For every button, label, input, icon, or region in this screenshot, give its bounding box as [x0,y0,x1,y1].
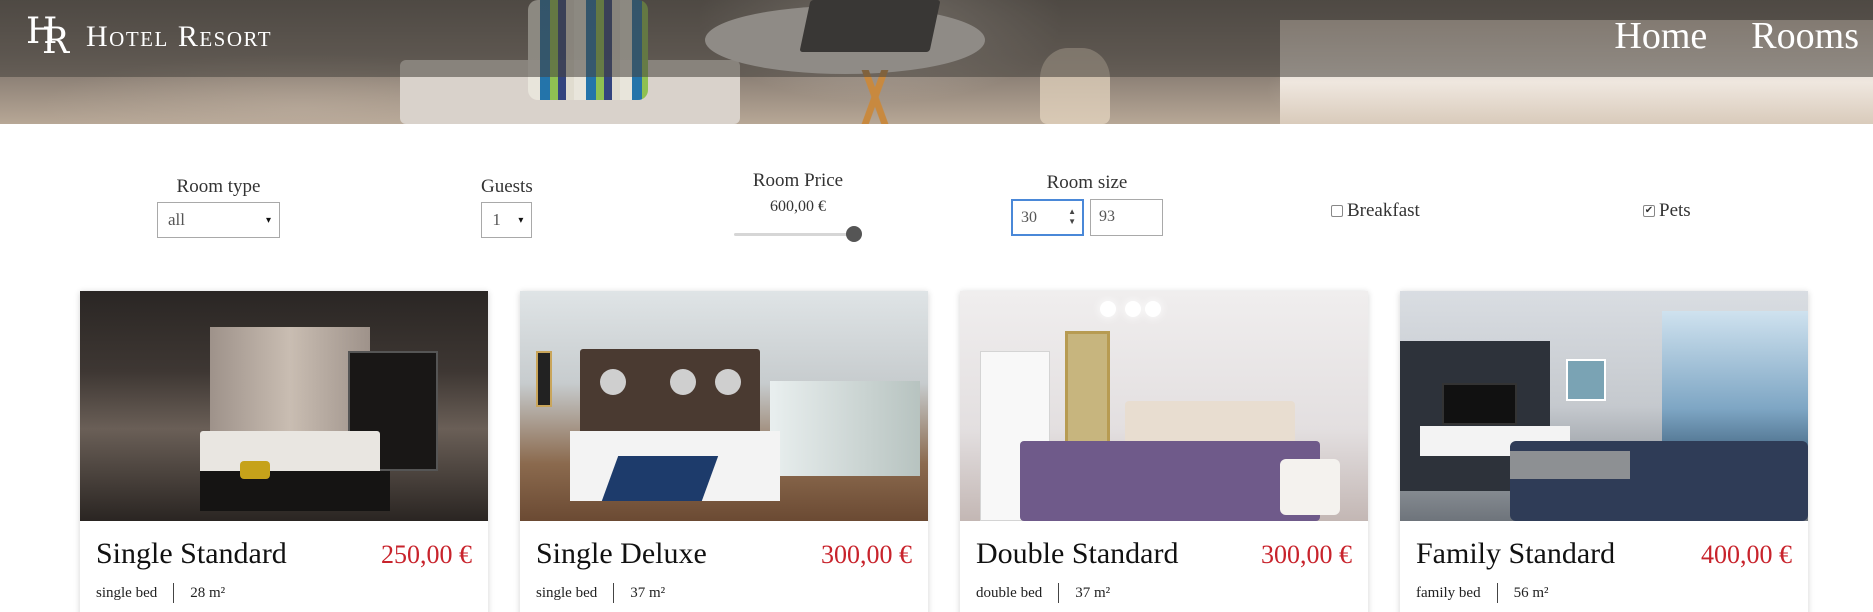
room-filters: Room type all ▾ Guests 1 ▾ Room Price 60… [0,124,1873,284]
spinner-icon[interactable]: ▲ ▼ [1068,207,1076,227]
room-image[interactable] [520,291,928,521]
room-bed-type: family bed [1416,584,1481,601]
logo-link[interactable]: H R Hotel Resort [26,14,272,60]
divider [1496,583,1498,603]
chevron-down-icon: ▾ [265,214,271,226]
breakfast-filter: Breakfast [1331,200,1420,222]
room-list: Single Standard 250,00 € single bed 28 m… [0,291,1873,612]
logo-mark-icon: H R [26,14,78,60]
brand-name: Hotel Resort [86,20,273,53]
slider-track [734,233,862,236]
room-card[interactable]: Family Standard 400,00 € family bed 56 m… [1400,291,1808,612]
room-price: 300,00 € [821,540,912,569]
room-size-min-input[interactable]: 30 ▲ ▼ [1011,199,1084,236]
room-bed-type: double bed [976,584,1043,601]
nav-home-link[interactable]: Home [1614,14,1707,58]
room-price: 250,00 € [381,540,472,569]
room-size-max-input[interactable]: 93 [1090,199,1163,236]
room-type-select[interactable]: all ▾ [157,202,280,238]
navbar: H R Hotel Resort Home Rooms [0,0,1873,77]
pets-filter: ✔ Pets [1643,200,1691,222]
room-image[interactable] [960,291,1368,521]
hero-banner: H R Hotel Resort Home Rooms [0,0,1873,124]
room-size-filter: Room size 30 ▲ ▼ 93 [1011,172,1163,236]
chevron-down-icon: ▾ [518,214,524,226]
room-price: 400,00 € [1701,540,1792,569]
room-size: 37 m² [1075,584,1111,601]
room-type-label: Room type [176,176,261,197]
slider-thumb[interactable] [846,226,862,242]
room-price-value: 600,00 € [770,198,826,215]
pets-checkbox[interactable]: ✔ [1643,205,1655,217]
room-name[interactable]: Single Deluxe [536,537,707,571]
room-card[interactable]: Single Deluxe 300,00 € single bed 37 m² [520,291,928,612]
divider [613,583,615,603]
room-size-min-value: 30 [1021,209,1037,226]
room-name[interactable]: Single Standard [96,537,287,571]
room-price-label: Room Price [752,170,844,191]
pets-label: Pets [1659,200,1691,221]
room-size-inputs: 30 ▲ ▼ 93 [1011,199,1163,236]
breakfast-label: Breakfast [1347,200,1420,221]
guests-select[interactable]: 1 ▾ [481,202,533,238]
room-price: 300,00 € [1261,540,1352,569]
guests-value: 1 [492,210,501,229]
room-size: 37 m² [630,584,666,601]
room-size: 28 m² [190,584,226,601]
pets-checkbox-label[interactable]: ✔ Pets [1643,200,1691,222]
guests-label: Guests [481,176,533,197]
room-price-filter: Room Price 600,00 € [734,170,862,242]
room-image[interactable] [80,291,488,521]
room-bed-type: single bed [536,584,598,601]
room-size: 56 m² [1513,584,1549,601]
room-name[interactable]: Double Standard [976,537,1178,571]
guests-filter: Guests 1 ▾ [481,176,533,238]
room-size-max-value: 93 [1099,208,1115,225]
room-card[interactable]: Double Standard 300,00 € double bed 37 m… [960,291,1368,612]
nav-rooms-link[interactable]: Rooms [1751,14,1859,58]
divider [1058,583,1060,603]
room-price-slider[interactable] [734,226,862,242]
room-image[interactable] [1400,291,1808,521]
breakfast-checkbox[interactable] [1331,205,1343,217]
nav-links: Home Rooms [1614,14,1859,58]
room-size-label: Room size [1046,172,1128,193]
breakfast-checkbox-label[interactable]: Breakfast [1331,200,1420,222]
logo-mark-r: R [42,21,70,62]
hero-image-table-legs [845,70,905,124]
room-card[interactable]: Single Standard 250,00 € single bed 28 m… [80,291,488,612]
divider [173,583,175,603]
room-type-value: all [168,210,185,229]
room-name[interactable]: Family Standard [1416,537,1615,571]
room-bed-type: single bed [96,584,158,601]
room-type-filter: Room type all ▾ [157,176,280,238]
